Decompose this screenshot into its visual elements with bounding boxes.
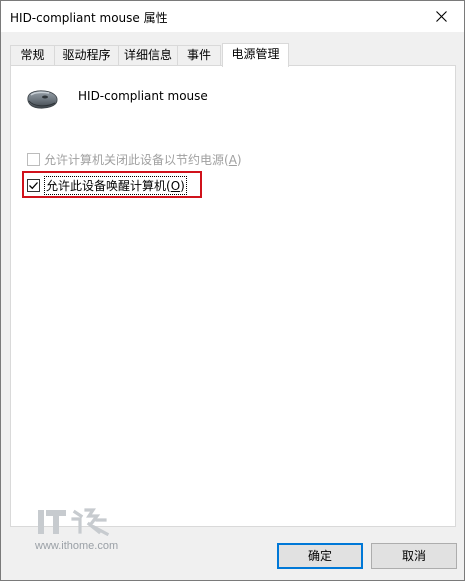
tab-power-management[interactable]: 电源管理 [222, 43, 289, 67]
device-name: HID-compliant mouse [78, 89, 208, 103]
tab-driver[interactable]: 驱动程序 [54, 45, 119, 66]
tab-label: 常规 [20, 48, 45, 62]
ok-button[interactable]: 确定 [277, 543, 363, 569]
ithome-watermark: www.ithome.com [35, 504, 135, 554]
ithome-logo [35, 504, 111, 536]
ithome-logo-mark [38, 508, 110, 536]
watermark-url: www.ithome.com [35, 540, 119, 552]
tab-panel-power-management: HID-compliant mouse 允许计算机关闭此设备以节约电源(A) 允… [10, 65, 456, 527]
tab-label: 驱动程序 [62, 48, 111, 62]
close-icon [436, 10, 447, 22]
title-bar[interactable]: HID-compliant mouse 属性 [1, 1, 464, 32]
cancel-button[interactable]: 取消 [371, 543, 457, 569]
close-button[interactable] [419, 1, 464, 31]
option-text: 允许计算机关闭此设备以节约电源 [44, 152, 225, 167]
tab-label: 电源管理 [231, 47, 280, 61]
tab-details[interactable]: 详细信息 [118, 45, 178, 66]
allow-power-off-option: 允许计算机关闭此设备以节约电源(A) [27, 151, 242, 167]
properties-dialog: HID-compliant mouse 属性 常规 驱动程序 详细信息 事件 电… [0, 0, 465, 581]
tab-events[interactable]: 事件 [177, 45, 221, 66]
tab-label: 详细信息 [123, 48, 172, 62]
allow-power-off-checkbox[interactable] [27, 152, 40, 166]
tab-general[interactable]: 常规 [10, 45, 55, 66]
annotation-highlight-box [22, 171, 202, 198]
mouse-icon [27, 90, 58, 109]
option-mnemonic: A [228, 152, 237, 167]
tab-label: 事件 [186, 48, 211, 62]
window-title: HID-compliant mouse 属性 [10, 11, 168, 25]
allow-power-off-label: 允许计算机关闭此设备以节约电源(A) [44, 152, 242, 167]
